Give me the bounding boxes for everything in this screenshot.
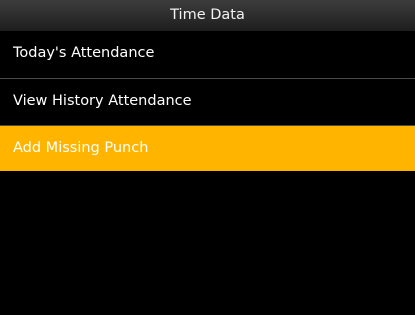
screen-title: Time Data — [0, 0, 415, 31]
menu-item-view-history-attendance[interactable]: View History Attendance — [0, 79, 415, 124]
menu-item-todays-attendance[interactable]: Today's Attendance — [0, 31, 415, 76]
device-screen: Time Data Today's Attendance View Histor… — [0, 0, 415, 315]
menu-item-add-missing-punch[interactable]: Add Missing Punch — [0, 126, 415, 171]
